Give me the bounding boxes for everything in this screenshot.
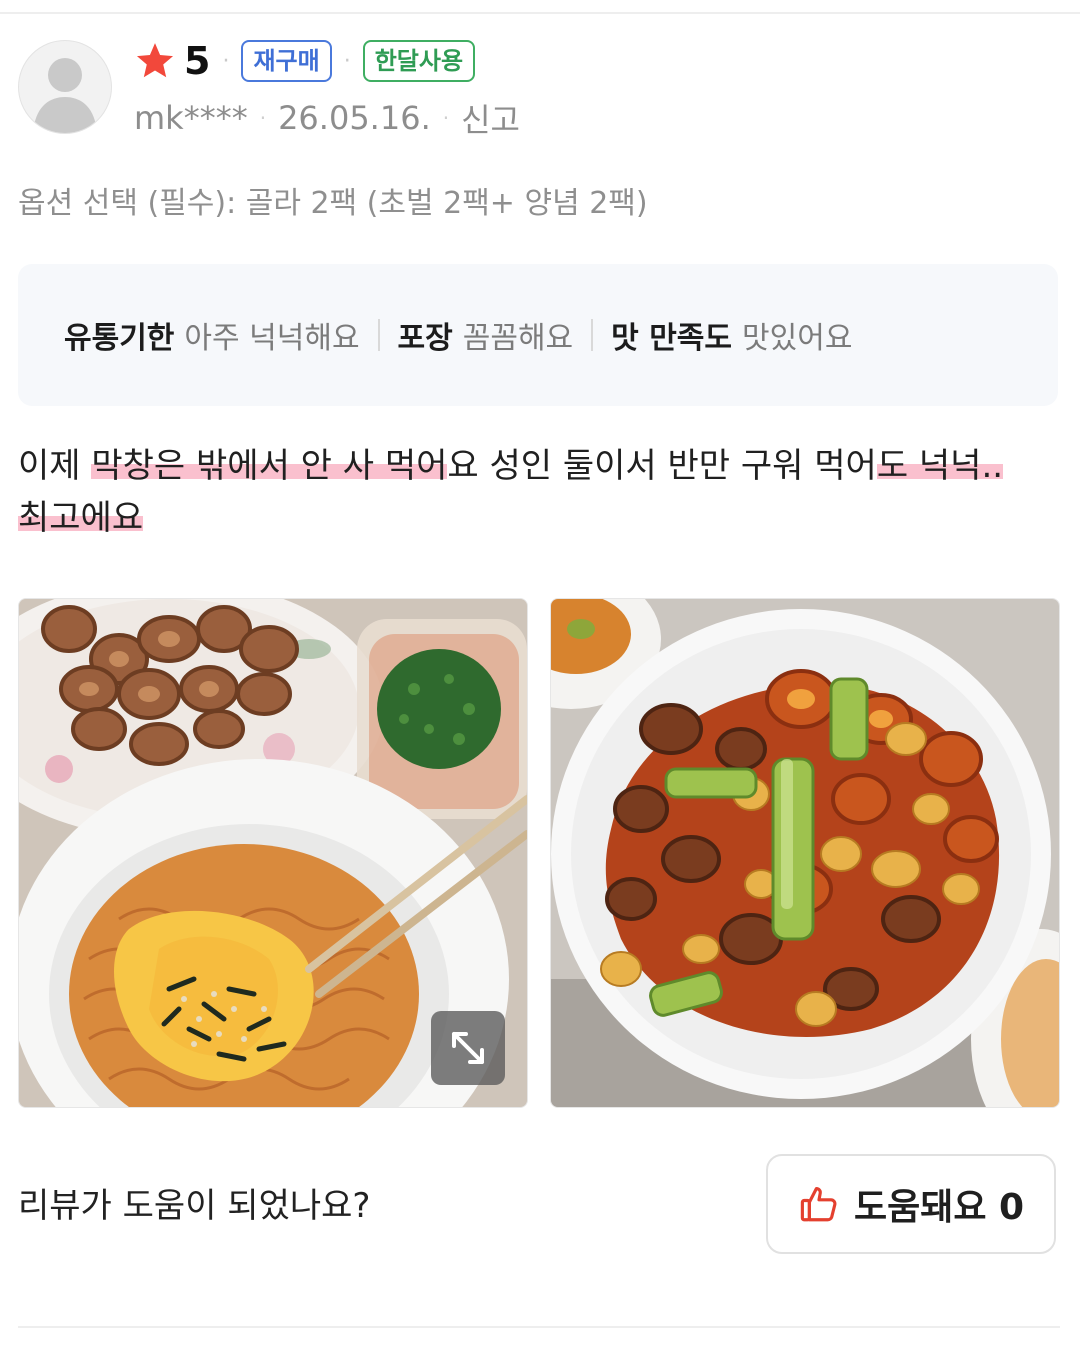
separator-dot: · — [442, 106, 450, 130]
summary-value: 아주 넉넉해요 — [184, 321, 360, 356]
review-text-segment: 요 성인 둘이서 반만 구워 먹어 — [447, 446, 877, 486]
avatar — [18, 40, 112, 134]
summary-value: 맛있어요 — [742, 321, 853, 356]
grilled-makchang-photo — [551, 599, 1059, 1107]
review-text: 이제 막창은 밖에서 안 사 먹어요 성인 둘이서 반만 구워 먹어도 넉넉..… — [18, 440, 1058, 544]
summary-value: 꼼꼼해요 — [462, 321, 574, 356]
separator-dot: · — [259, 106, 267, 130]
user-silhouette-icon — [33, 58, 97, 133]
month-use-badge: 한달사용 — [362, 40, 476, 82]
helpful-question: 리뷰가 도움이 되었나요? — [18, 1186, 371, 1226]
helpful-button-label: 도움돼요 0 — [853, 1187, 1025, 1228]
review-photo-2[interactable] — [550, 598, 1060, 1108]
highlighted-text: 최고에요 — [18, 498, 144, 538]
repurchase-badge: 재구매 — [241, 40, 332, 82]
summary-divider — [377, 319, 380, 351]
highlighted-text: 막창은 밖에서 안 사 먹어 — [91, 446, 448, 486]
thumbs-up-icon — [800, 1187, 837, 1222]
rating-row: 5 · 재구매 · 한달사용 — [134, 36, 476, 86]
review-date: 26.05.16. — [278, 99, 431, 137]
review-summary-box: 유통기한 아주 넉넉해요 포장 꼼꼼해요 맛 만족도 맛있어요 — [18, 264, 1058, 406]
star-icon — [136, 43, 174, 78]
expand-photo-button[interactable] — [431, 1011, 505, 1085]
summary-item-packaging: 포장 꼼꼼해요 — [398, 313, 574, 357]
review-text-segment: 이제 — [18, 446, 92, 486]
review-text-line-2: 최고에요 — [18, 492, 1058, 544]
top-divider — [0, 12, 1080, 14]
username: mk**** — [134, 99, 248, 137]
helpful-button[interactable]: 도움돼요 0 — [766, 1154, 1056, 1254]
summary-divider — [591, 319, 594, 351]
rating-value: 5 — [184, 39, 211, 83]
separator-dot: · — [343, 48, 351, 74]
highlighted-text: 도 넉넉.. — [876, 446, 1004, 486]
review-meta: mk**** · 26.05.16. · 신고 — [134, 96, 520, 140]
summary-key: 포장 — [397, 321, 453, 356]
expand-arrows-icon — [452, 1032, 484, 1064]
review-text-line-1: 이제 막창은 밖에서 안 사 먹어요 성인 둘이서 반만 구워 먹어도 넉넉.. — [18, 440, 1058, 492]
report-link[interactable]: 신고 — [461, 95, 520, 141]
summary-key: 맛 만족도 — [611, 321, 733, 356]
summary-item-taste: 맛 만족도 맛있어요 — [611, 313, 852, 357]
summary-item-expiry: 유통기한 아주 넉넉해요 — [64, 313, 360, 357]
review-photo-1[interactable] — [18, 598, 528, 1108]
separator-dot: · — [222, 48, 230, 74]
summary-key: 유통기한 — [64, 321, 175, 356]
bottom-divider — [18, 1326, 1060, 1328]
option-selection: 옵션 선택 (필수): 골라 2팩 (초벌 2팩+ 양념 2팩) — [18, 186, 648, 221]
